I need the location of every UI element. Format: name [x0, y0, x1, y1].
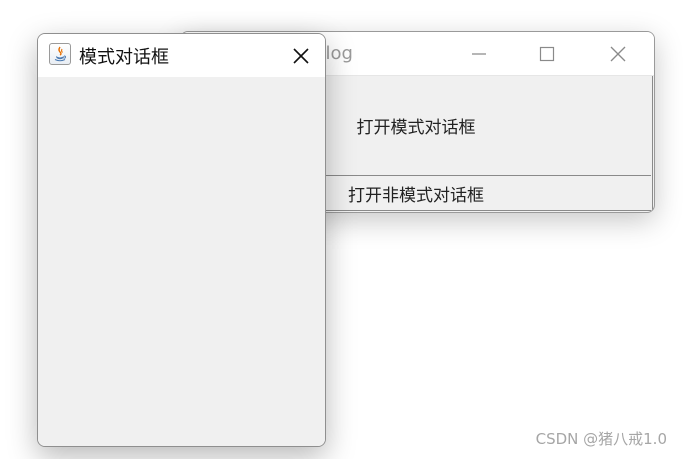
desktop: log 打开模式对话框 打开非模式对话框 模式对话框 CSDN @猪八戒1.0	[0, 0, 683, 459]
modal-dialog-title: 模式对话框	[79, 47, 169, 68]
maximize-button[interactable]	[524, 32, 570, 75]
close-icon	[293, 47, 309, 64]
modal-dialog-titlebar[interactable]: 模式对话框	[38, 34, 325, 77]
minimize-button[interactable]	[456, 32, 502, 75]
open-nonmodal-button-label: 打开非模式对话框	[348, 186, 484, 206]
modal-dialog: 模式对话框	[37, 33, 326, 447]
panel-edge	[652, 76, 653, 210]
close-icon	[610, 46, 626, 61]
watermark: CSDN @猪八戒1.0	[535, 430, 667, 448]
main-window-close-button[interactable]	[595, 32, 641, 75]
modal-dialog-close-button[interactable]	[278, 34, 324, 77]
modal-dialog-content	[38, 77, 325, 446]
open-modal-button-label: 打开模式对话框	[356, 118, 476, 138]
minimize-icon	[472, 52, 486, 55]
java-icon	[49, 43, 71, 65]
maximize-icon	[539, 46, 555, 61]
